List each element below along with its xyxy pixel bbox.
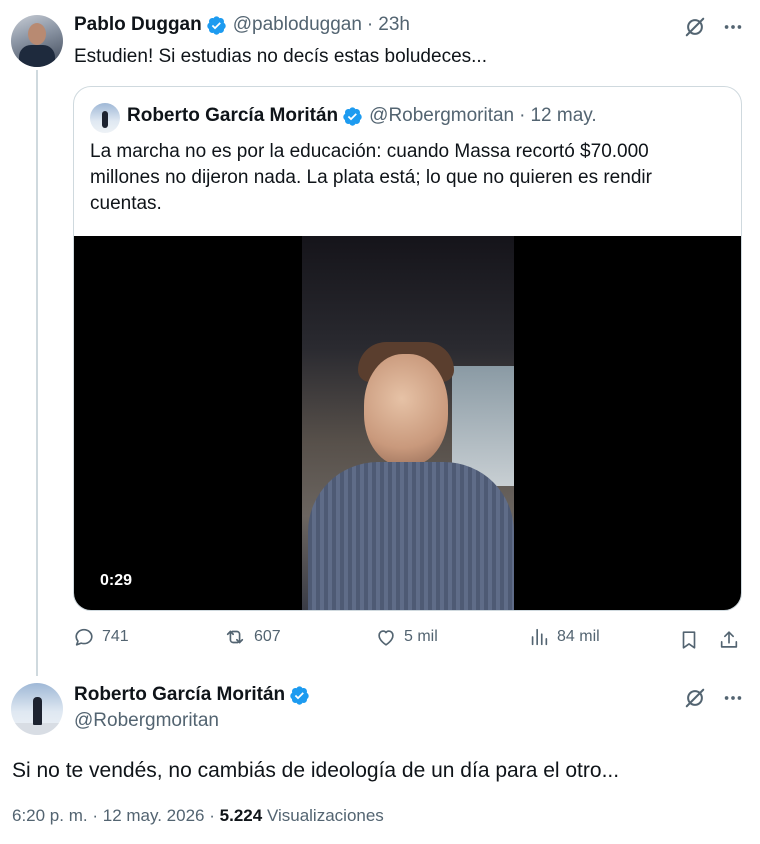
quoted-author-avatar[interactable] <box>90 103 120 133</box>
repost-button[interactable]: 607 <box>223 626 281 648</box>
main-tweet-meta: 6:20 p. m. · 12 may. 2026 · 5.224 Visual… <box>12 806 384 826</box>
author-name[interactable]: Pablo Duggan <box>74 14 202 36</box>
more-icon[interactable] <box>722 16 744 38</box>
quoted-tweet-header: Roberto García Moritán @Robergmoritan · … <box>127 105 597 127</box>
verified-badge-icon <box>289 685 310 706</box>
video-thumbnail <box>302 236 514 610</box>
video-duration: 0:29 <box>100 572 133 589</box>
main-tweet-header: Roberto García Moritán <box>74 684 316 706</box>
main-tweet-date[interactable]: 12 may. 2026 <box>103 806 205 825</box>
grok-icon[interactable] <box>684 16 706 38</box>
reply-button[interactable]: 741 <box>73 626 129 648</box>
grok-icon[interactable] <box>684 687 706 709</box>
main-tweet-views-label[interactable]: Visualizaciones <box>267 806 384 825</box>
repost-icon <box>223 626 247 648</box>
reply-icon <box>73 626 95 648</box>
avatar-roberto-garcia-moritan[interactable] <box>11 683 63 735</box>
author-name[interactable]: Roberto García Moritán <box>74 684 285 706</box>
bookmark-icon[interactable] <box>678 628 700 652</box>
main-tweet-views-count: 5.224 <box>219 806 263 825</box>
quoted-tweet-date[interactable]: 12 may. <box>530 105 596 127</box>
repost-count: 607 <box>254 628 281 645</box>
separator-dot: · <box>209 806 215 825</box>
like-icon <box>375 626 397 648</box>
more-icon[interactable] <box>722 687 744 709</box>
main-tweet-time[interactable]: 6:20 p. m. <box>12 806 88 825</box>
share-icon[interactable] <box>718 628 740 652</box>
main-tweet-handle-row: @Robergmoritan <box>74 710 219 732</box>
main-tweet-top-actions <box>684 687 744 709</box>
like-button[interactable]: 5 mil <box>375 626 438 648</box>
author-handle[interactable]: @Robergmoritan <box>74 710 219 732</box>
views-button[interactable]: 84 mil <box>528 626 600 648</box>
views-icon <box>528 626 550 648</box>
separator-dot: · <box>366 14 374 35</box>
parent-tweet-top-actions <box>684 16 744 38</box>
separator-dot: · <box>92 806 99 825</box>
author-handle[interactable]: @pabloduggan <box>233 14 362 36</box>
main-tweet-text: Si no te vendés, no cambiás de ideología… <box>12 759 620 782</box>
parent-tweet-action-bar: 741 607 5 mil 84 mil <box>73 626 743 654</box>
thread-connector-line <box>36 70 38 676</box>
reply-count: 741 <box>102 628 129 645</box>
quoted-tweet-text: La marcha no es por la educación: cuando… <box>90 141 652 214</box>
like-count: 5 mil <box>404 628 438 645</box>
quoted-author-name[interactable]: Roberto García Moritán <box>127 105 338 127</box>
parent-tweet-text: Estudien! Si estudias no decís estas bol… <box>74 46 487 67</box>
views-count: 84 mil <box>557 628 600 645</box>
parent-tweet-header: Pablo Duggan @pabloduggan · 23h <box>74 14 410 36</box>
quoted-author-handle[interactable]: @Robergmoritan <box>369 105 514 127</box>
avatar-pablo-duggan[interactable] <box>11 15 63 67</box>
verified-badge-icon <box>342 106 363 127</box>
verified-badge-icon <box>206 15 227 36</box>
video-player[interactable]: 0:29 <box>74 236 741 610</box>
separator-dot: · <box>519 105 526 126</box>
tweet-time[interactable]: 23h <box>378 14 410 36</box>
